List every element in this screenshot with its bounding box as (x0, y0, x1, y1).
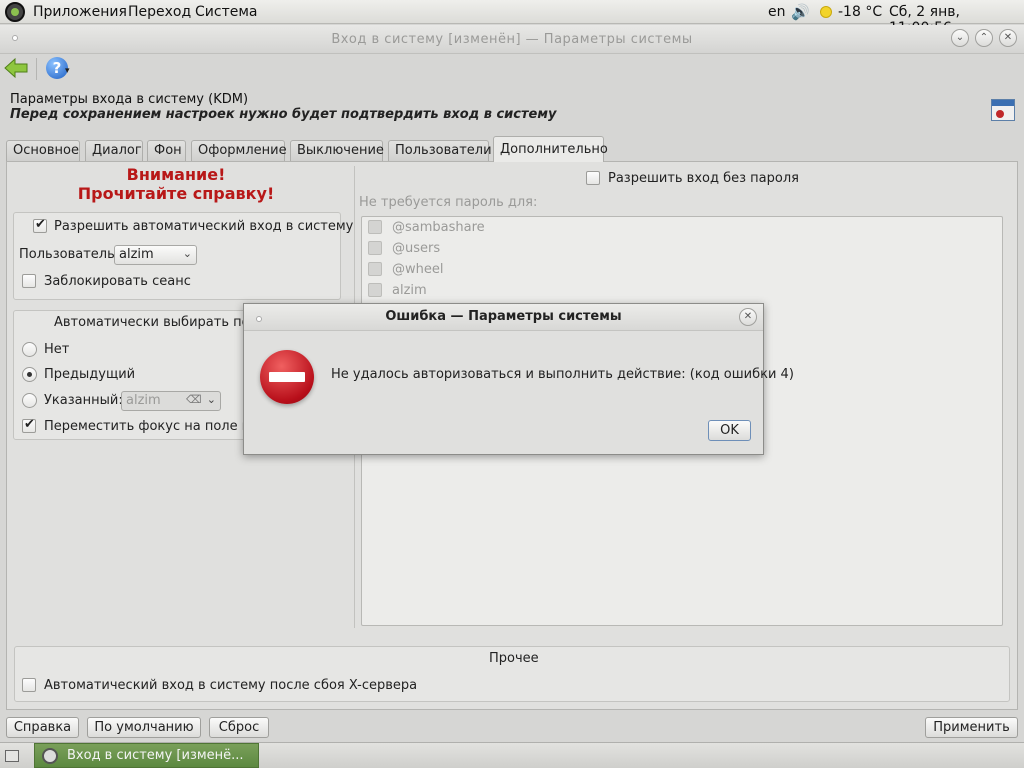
chevron-down-icon: ⌄ (206, 393, 216, 406)
user-label: Пользователь: (19, 247, 120, 262)
window-title: Вход в систему [изменён] — Параметры сис… (331, 32, 693, 47)
volume-icon[interactable]: 🔊 (791, 3, 810, 21)
top-panel: Приложения Переход Система en 🔊 -18 °C С… (0, 0, 1024, 36)
toolbar: ? ▾ (0, 54, 1024, 84)
focus-password-label: Переместить фокус на поле ввод (44, 419, 275, 434)
crash-autologin-label: Автоматический вход в систему после сбоя… (44, 678, 418, 693)
show-desktop-icon[interactable] (5, 750, 19, 762)
dialog-title: Ошибка — Параметры системы (385, 309, 622, 324)
back-arrow-icon[interactable] (4, 57, 28, 79)
weather-temp[interactable]: -18 °C (838, 4, 882, 20)
tab-background[interactable]: Фон (147, 140, 186, 161)
error-dialog: Ошибка — Параметры системы ✕ Не удалось … (243, 303, 794, 455)
list-item-checkbox[interactable] (368, 241, 382, 255)
list-item-checkbox[interactable] (368, 220, 382, 234)
tab-general[interactable]: Основное (6, 140, 80, 161)
menu-applications[interactable]: Приложения (33, 4, 127, 20)
kdm-login-icon (991, 99, 1015, 121)
crash-autologin-checkbox[interactable] (22, 678, 36, 692)
maximize-button[interactable]: ⌃ (975, 29, 993, 47)
radio-previous[interactable] (22, 367, 37, 382)
preselect-title: Автоматически выбирать поль (54, 315, 266, 330)
menu-places[interactable]: Переход (128, 4, 191, 20)
minimize-button[interactable]: ⌄ (951, 29, 969, 47)
list-item: @wheel (392, 262, 444, 277)
page-title: Параметры входа в систему (KDM) (10, 92, 249, 107)
ok-button[interactable]: OK (708, 420, 751, 441)
lock-session-checkbox[interactable] (22, 274, 36, 288)
radio-previous-label: Предыдущий (44, 367, 136, 382)
user-select[interactable]: alzim ⌄ (114, 245, 197, 265)
radio-specified[interactable] (22, 393, 37, 408)
autologin-label: Разрешить автоматический вход в систему (54, 219, 354, 234)
chevron-down-icon[interactable]: ▾ (65, 66, 70, 76)
keyboard-layout[interactable]: en (768, 4, 786, 20)
nopass-checkbox[interactable] (586, 171, 600, 185)
tab-appearance[interactable]: Оформление (191, 140, 287, 161)
radio-specified-label: Указанный: (44, 393, 123, 408)
specified-user-value: alzim (126, 393, 161, 408)
tab-dialog[interactable]: Диалог (85, 140, 143, 161)
list-item-checkbox[interactable] (368, 262, 382, 276)
nopass-list-label: Не требуется пароль для: (359, 195, 538, 210)
page-subtitle: Перед сохранением настроек нужно будет п… (10, 107, 557, 122)
warning-line-1: Внимание! (126, 165, 226, 184)
dialog-titlebar[interactable]: Ошибка — Параметры системы ✕ (244, 304, 763, 331)
weather-sun-icon (820, 6, 832, 18)
other-title: Прочее (489, 651, 539, 666)
help-button[interactable]: Справка (6, 717, 79, 738)
tab-users[interactable]: Пользователи (388, 140, 492, 161)
list-item: alzim (392, 283, 427, 298)
clear-text-icon[interactable]: ⌫ (186, 393, 202, 406)
settings-gear-icon (42, 748, 58, 764)
lock-session-label: Заблокировать сеанс (44, 274, 191, 289)
apply-button[interactable]: Применить (925, 717, 1018, 738)
user-select-value: alzim (119, 247, 154, 262)
list-item-checkbox[interactable] (368, 283, 382, 297)
menu-system[interactable]: Система (195, 4, 257, 20)
radio-none-label: Нет (44, 342, 70, 357)
specified-user-combo[interactable]: alzim ⌫ ⌄ (121, 391, 221, 411)
defaults-button[interactable]: По умолчанию (87, 717, 201, 738)
nopass-label: Разрешить вход без пароля (608, 171, 799, 186)
taskbar-window-item[interactable]: Вход в систему [изменё... (34, 743, 259, 768)
chevron-down-icon: ⌄ (182, 247, 192, 260)
autologin-checkbox[interactable] (33, 217, 47, 233)
tab-shutdown[interactable]: Выключение (290, 140, 384, 161)
list-item: @sambashare (392, 220, 485, 235)
window-titlebar[interactable]: Вход в систему [изменён] — Параметры сис… (0, 25, 1024, 54)
error-stop-icon (260, 350, 314, 404)
focus-password-checkbox[interactable] (22, 417, 36, 433)
dialog-close-button[interactable]: ✕ (739, 308, 757, 326)
mint-menu-icon[interactable] (5, 2, 25, 22)
list-item: @users (392, 241, 441, 256)
close-button[interactable]: ✕ (999, 29, 1017, 47)
error-message: Не удалось авторизоваться и выполнить де… (331, 367, 794, 382)
toolbar-separator (36, 58, 37, 80)
reset-button[interactable]: Сброс (209, 717, 269, 738)
tab-advanced[interactable]: Дополнительно (493, 136, 608, 162)
radio-none[interactable] (22, 342, 37, 357)
warning-line-2: Прочитайте справку! (77, 184, 275, 203)
